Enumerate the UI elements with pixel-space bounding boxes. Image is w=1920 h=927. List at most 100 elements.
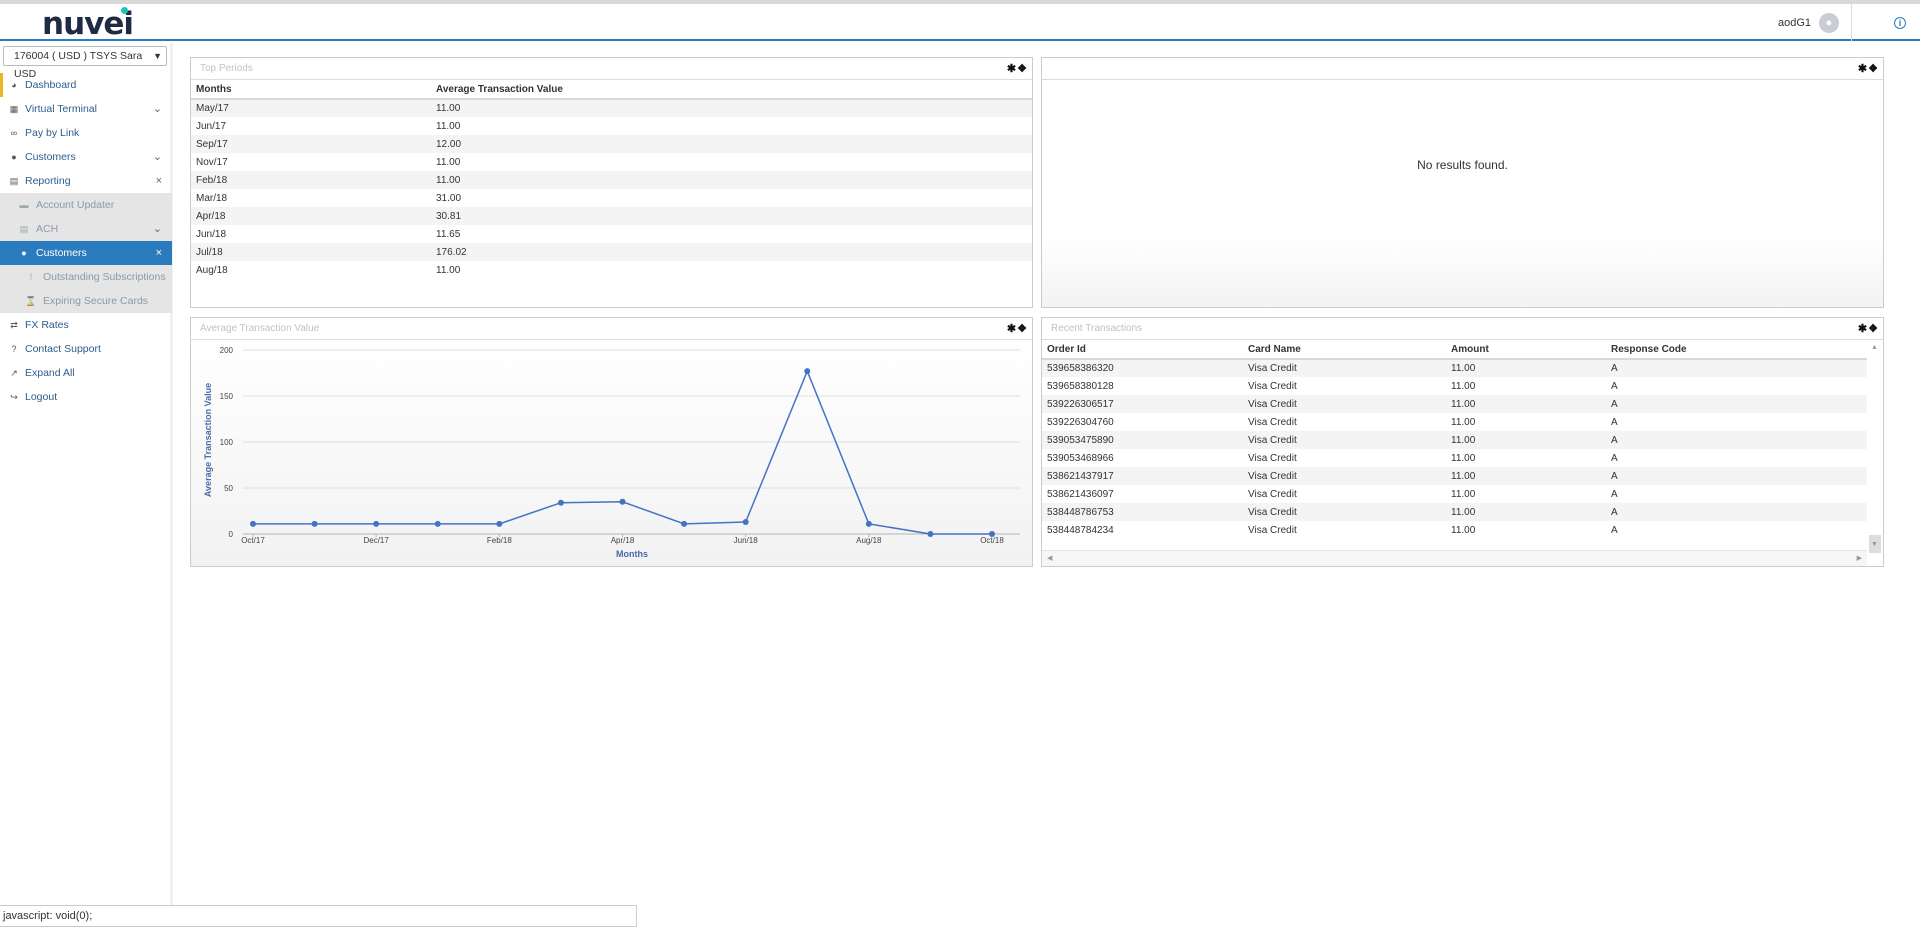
sidebar-item-account-updater[interactable]: ▬ Account Updater	[0, 193, 172, 217]
column-header-card-name[interactable]: Card Name	[1243, 340, 1446, 360]
column-header-order-id[interactable]: Order Id	[1042, 340, 1243, 360]
sidebar-item-customers[interactable]: ● Customers ⌄	[0, 145, 172, 169]
sidebar-item-outstanding-subscriptions[interactable]: ! Outstanding Subscriptions	[0, 265, 172, 289]
order-id-cell: 539226306517	[1042, 395, 1243, 413]
scroll-left-icon[interactable]: ◀	[1047, 554, 1052, 562]
response-code-cell: A	[1611, 488, 1618, 500]
vertical-scrollbar[interactable]: ▲ ▼	[1867, 340, 1883, 553]
table-row[interactable]: Jun/17 11.00	[191, 117, 1032, 135]
column-header-avg-value[interactable]: Average Transaction Value	[431, 80, 1032, 100]
data-point[interactable]	[250, 520, 256, 527]
data-point[interactable]	[804, 368, 811, 375]
recent-transactions-body: 539658386320 Visa Credit 11.00 A 53965838012…	[1042, 359, 1867, 539]
sidebar-item-expiring-secure-cards[interactable]: ⌛ Expiring Secure Cards	[0, 289, 172, 313]
chevron-down-icon[interactable]: ⌄	[153, 97, 162, 121]
amount-cell: 11.00	[1451, 416, 1476, 428]
sidebar-item-label: Outstanding Subscriptions	[43, 271, 166, 283]
info-icon[interactable]: i	[1894, 17, 1906, 29]
data-point[interactable]	[989, 531, 995, 537]
data-point[interactable]	[557, 499, 564, 506]
chevron-down-icon[interactable]: ⌄	[153, 145, 162, 169]
table-row[interactable]: Nov/17 11.00	[191, 153, 1032, 171]
card-name-cell: Visa Credit	[1243, 467, 1446, 485]
avatar-icon[interactable]: ●	[1819, 12, 1839, 33]
table-row[interactable]: 538621437917 Visa Credit 11.00 A	[1042, 467, 1867, 485]
table-row[interactable]: Sep/17 12.00	[191, 135, 1032, 153]
sidebar-item-virtual-terminal[interactable]: ▦ Virtual Terminal ⌄	[0, 97, 172, 121]
data-point[interactable]	[619, 498, 626, 505]
chevron-down-icon[interactable]: ⌄	[153, 217, 162, 241]
data-point[interactable]	[373, 520, 380, 527]
table-row[interactable]: May/17 11.00	[191, 99, 1032, 117]
sidebar-item-dashboard[interactable]: ◕ Dashboard	[0, 73, 172, 97]
merchant-select[interactable]: 176004 ( USD ) TSYS Sara USD ▼	[3, 46, 167, 80]
column-header-response-code[interactable]: Response Code	[1606, 340, 1867, 360]
table-row[interactable]: Feb/18 11.00	[191, 171, 1032, 189]
maximize-icon[interactable]: ❖	[1868, 63, 1879, 75]
order-id-cell: 538448784234	[1047, 524, 1114, 536]
avg-value-cell: 11.00	[436, 156, 461, 168]
column-header-months[interactable]: Months	[191, 80, 431, 100]
wrench-icon[interactable]: ✱	[1858, 63, 1868, 75]
month-cell: Jun/18	[196, 228, 227, 240]
scroll-down-icon[interactable]: ▼	[1871, 541, 1878, 548]
avg-value-cell: 31.00	[436, 192, 462, 204]
scroll-up-icon[interactable]: ▲	[1871, 344, 1878, 351]
column-header-amount[interactable]: Amount	[1446, 340, 1606, 360]
bank-icon: ▤	[19, 224, 29, 234]
x-tick-label: Oct/18	[980, 536, 1004, 545]
chevron-down-icon: ▼	[153, 51, 162, 61]
data-point[interactable]	[742, 519, 749, 526]
table-row[interactable]: 539658386320 Visa Credit 11.00 A	[1042, 359, 1867, 377]
table-row[interactable]: Jun/18 11.65	[191, 225, 1032, 243]
table-row[interactable]: 538448784234 Visa Credit 11.00 A	[1042, 521, 1867, 539]
sidebar-item-pay-by-link[interactable]: ∞ Pay by Link	[0, 121, 172, 145]
avg-value-cell: 11.65	[436, 228, 461, 240]
data-point[interactable]	[681, 520, 688, 527]
y-tick-label: 150	[220, 392, 234, 401]
table-row[interactable]: 539053468966 Visa Credit 11.00 A	[1042, 449, 1867, 467]
table-row[interactable]: 538621436097 Visa Credit 11.00 A	[1042, 485, 1867, 503]
sidebar-item-reporting-customers[interactable]: ● Customers ×	[0, 241, 172, 265]
table-row[interactable]: 539226306517 Visa Credit 11.00 A	[1042, 395, 1867, 413]
sidebar-item-ach[interactable]: ▤ ACH ⌄	[0, 217, 172, 241]
response-code-cell: A	[1606, 467, 1867, 485]
sidebar-item-fx-rates[interactable]: ⇄ FX Rates	[0, 313, 172, 337]
wrench-icon[interactable]: ✱	[1007, 63, 1017, 75]
table-row[interactable]: Aug/18 11.00	[191, 261, 1032, 279]
table-row[interactable]: 539658380128 Visa Credit 11.00 A	[1042, 377, 1867, 395]
table-row[interactable]: Apr/18 30.81	[191, 207, 1032, 225]
close-icon[interactable]: ×	[156, 241, 162, 265]
maximize-icon[interactable]: ❖	[1017, 323, 1028, 335]
calculator-icon: ▦	[9, 104, 19, 114]
data-point[interactable]	[311, 520, 318, 527]
horizontal-scrollbar[interactable]: ◀ ▶	[1042, 550, 1867, 566]
response-code-cell: A	[1606, 503, 1867, 521]
scroll-right-icon[interactable]: ▶	[1857, 554, 1862, 562]
sidebar-item-expand-all[interactable]: ↗ Expand All	[0, 361, 172, 385]
table-row[interactable]: Jul/18 176.02	[191, 243, 1032, 261]
sidebar-item-logout[interactable]: ↪ Logout	[0, 385, 172, 409]
panel-header: Top Periods ✱❖	[191, 58, 1032, 80]
sidebar-item-reporting[interactable]: ▤ Reporting ×	[0, 169, 172, 193]
table-row[interactable]: Mar/18 31.00	[191, 189, 1032, 207]
wrench-icon[interactable]: ✱	[1007, 323, 1017, 335]
user-menu[interactable]: aodG1 ●	[1778, 4, 1852, 41]
user-name[interactable]: aodG1	[1778, 17, 1811, 29]
table-row[interactable]: 539226304760 Visa Credit 11.00 A	[1042, 413, 1867, 431]
avg-value-cell: 12.00	[431, 135, 1032, 153]
close-icon[interactable]: ×	[156, 169, 162, 193]
nuvei-logo[interactable]: nuvei	[42, 8, 134, 40]
table-row[interactable]: 539053475890 Visa Credit 11.00 A	[1042, 431, 1867, 449]
data-point[interactable]	[927, 531, 934, 537]
sidebar-item-label: Customers	[25, 151, 76, 163]
maximize-icon[interactable]: ❖	[1868, 323, 1879, 335]
data-point[interactable]	[865, 520, 872, 527]
wrench-icon[interactable]: ✱	[1858, 323, 1868, 335]
data-point[interactable]	[434, 520, 441, 527]
sidebar-item-label: Logout	[25, 391, 58, 403]
maximize-icon[interactable]: ❖	[1017, 63, 1028, 75]
data-point[interactable]	[496, 520, 503, 527]
table-row[interactable]: 538448786753 Visa Credit 11.00 A	[1042, 503, 1867, 521]
sidebar-item-contact-support[interactable]: ? Contact Support	[0, 337, 172, 361]
